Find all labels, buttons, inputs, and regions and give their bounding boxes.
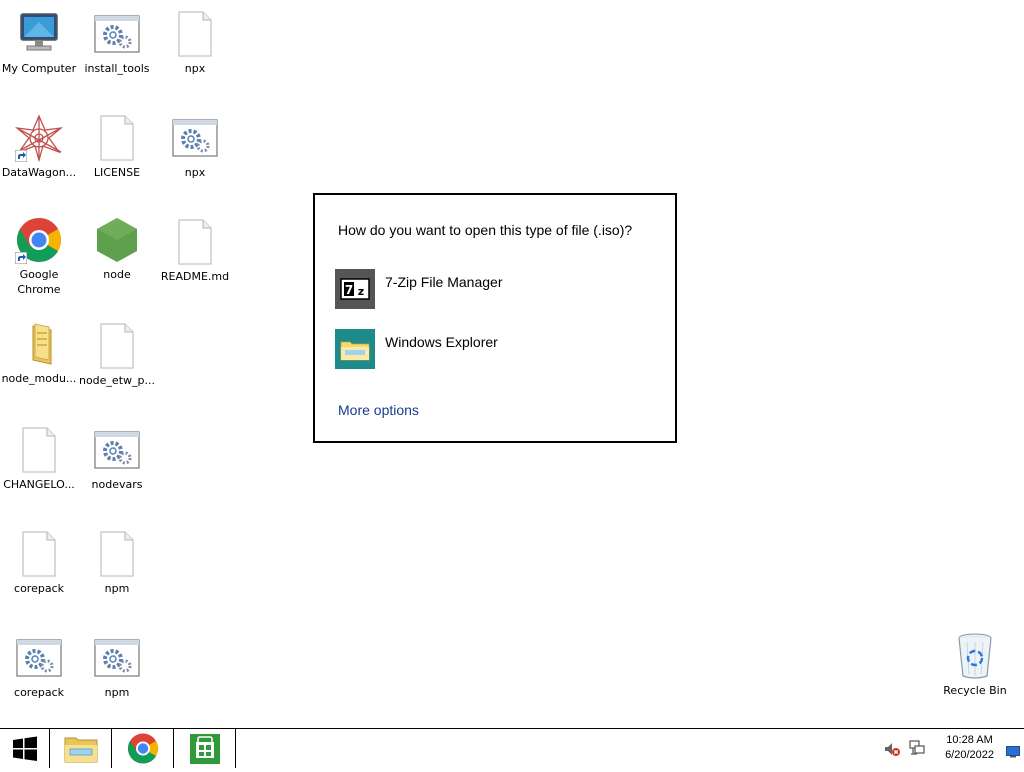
batch-file-icon (15, 634, 63, 682)
desktop-icon-label: LICENSE (93, 166, 141, 179)
blank-file-icon (15, 426, 63, 474)
desktop-icon-corepack-cmd[interactable]: corepack (0, 634, 78, 700)
7zip-icon: 7 z (335, 269, 375, 309)
desktop-icon-nodevars[interactable]: nodevars (78, 426, 156, 492)
desktop-icon-changelog[interactable]: CHANGELO... (0, 426, 78, 492)
desktop-icon-my-computer[interactable]: My Computer (0, 10, 78, 76)
desktop-icon-readme[interactable]: README.md (156, 218, 234, 284)
blank-file-icon (171, 10, 219, 58)
clock-time: 10:28 AM (946, 734, 993, 746)
desktop-icon-label: corepack (14, 582, 64, 595)
desktop-icon-npx[interactable]: npx (156, 10, 234, 76)
desktop: My Computer DataWagon... Google Chrome n… (0, 0, 1024, 728)
folder-icon (15, 320, 63, 368)
batch-file-icon (93, 10, 141, 58)
desktop-icon-datawagon[interactable]: DataWagon... (0, 114, 78, 180)
store-icon (190, 734, 220, 764)
desktop-icon-label: node_etw_p... (78, 374, 155, 387)
taskbar: 10:28 AM 6/20/2022 (0, 728, 1024, 768)
batch-file-icon (93, 634, 141, 682)
desktop-icon-npm-cmd[interactable]: npm (78, 634, 156, 700)
windows-explorer-icon (335, 329, 375, 369)
desktop-icon-recycle-bin[interactable]: Recycle Bin (936, 632, 1014, 698)
svg-text:z: z (358, 285, 364, 298)
datawagon-shortcut-icon (14, 114, 64, 163)
chrome-taskbar-button[interactable] (112, 729, 174, 768)
desktop-icon-label: npm (104, 686, 130, 699)
blank-file-icon (93, 322, 141, 370)
desktop-icon-corepack[interactable]: corepack (0, 530, 78, 596)
chrome-shortcut-icon (15, 216, 63, 264)
svg-text:7: 7 (345, 283, 353, 297)
show-desktop-icon[interactable] (1006, 743, 1020, 758)
desktop-icon-label: node_modu... (1, 372, 77, 385)
computer-icon (15, 10, 63, 58)
file-explorer-taskbar-button[interactable] (50, 729, 112, 768)
tray-clock[interactable]: 10:28 AM 6/20/2022 (945, 733, 994, 763)
desktop-icon-label: README.md (160, 270, 230, 283)
chrome-icon (127, 733, 159, 764)
blank-file-icon (93, 114, 141, 162)
blank-file-icon (93, 530, 141, 578)
batch-file-icon (93, 426, 141, 474)
desktop-icon-node-etw[interactable]: node_etw_p... (78, 322, 156, 388)
desktop-icon-node[interactable]: node (78, 216, 156, 282)
desktop-icon-label: My Computer (1, 62, 77, 75)
start-button[interactable] (0, 729, 50, 768)
dialog-title: How do you want to open this type of fil… (338, 222, 633, 238)
volume-muted-icon[interactable] (884, 741, 900, 757)
blank-file-icon (171, 218, 219, 266)
desktop-icon-label: node (103, 268, 131, 281)
option-7zip-file-manager[interactable]: 7 z 7-Zip File Manager (335, 269, 655, 313)
file-explorer-icon (64, 737, 98, 763)
option-label: 7-Zip File Manager (385, 274, 503, 290)
desktop-icon-label: Recycle Bin (943, 684, 1007, 697)
recycle-bin-icon (951, 632, 999, 680)
desktop-icon-label: corepack (14, 686, 64, 699)
store-taskbar-button[interactable] (174, 729, 236, 768)
network-icon[interactable] (908, 739, 926, 757)
nodejs-icon (93, 216, 141, 264)
more-options-link[interactable]: More options (338, 402, 419, 418)
desktop-icon-label: CHANGELO... (3, 478, 75, 491)
desktop-icon-label: Google Chrome (17, 268, 61, 296)
clock-date: 6/20/2022 (945, 749, 994, 761)
desktop-icon-npx-cmd[interactable]: npx (156, 114, 234, 180)
desktop-icon-label: DataWagon... (1, 166, 77, 179)
option-windows-explorer[interactable]: Windows Explorer (335, 329, 655, 373)
desktop-icon-node-modules[interactable]: node_modu... (0, 320, 78, 386)
desktop-icon-google-chrome[interactable]: Google Chrome (0, 216, 78, 297)
desktop-icon-npm[interactable]: npm (78, 530, 156, 596)
open-with-dialog: How do you want to open this type of fil… (313, 193, 677, 443)
desktop-icon-label: nodevars (91, 478, 143, 491)
batch-file-icon (171, 114, 219, 162)
windows-logo-icon (13, 736, 37, 761)
desktop-icon-label: npm (104, 582, 130, 595)
desktop-icon-label: npx (184, 166, 206, 179)
option-label: Windows Explorer (385, 334, 498, 350)
blank-file-icon (15, 530, 63, 578)
desktop-icon-license[interactable]: LICENSE (78, 114, 156, 180)
desktop-icon-label: install_tools (84, 62, 150, 75)
desktop-icon-label: npx (184, 62, 206, 75)
desktop-icon-install-tools[interactable]: install_tools (78, 10, 156, 76)
